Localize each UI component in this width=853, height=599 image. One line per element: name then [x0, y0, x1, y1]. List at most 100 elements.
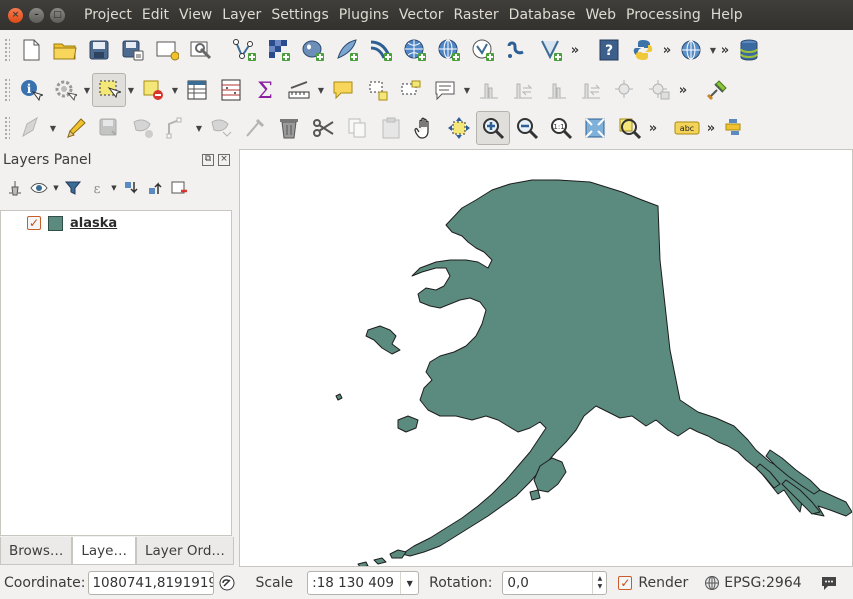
layout-manager-icon[interactable] [184, 33, 218, 67]
filter-icon[interactable] [62, 176, 84, 200]
tab-layers[interactable]: Laye… [72, 537, 136, 565]
expand-all-icon[interactable] [120, 176, 142, 200]
vertex-tool-icon[interactable] [160, 111, 194, 145]
cut-features-icon[interactable] [306, 111, 340, 145]
more-tools-icon[interactable]: » [646, 121, 660, 136]
add-virtual-layer-icon[interactable] [500, 33, 534, 67]
spin-arrows-icon[interactable]: ▲ ▼ [592, 572, 606, 594]
label-pin-icon[interactable] [472, 73, 506, 107]
measure-icon[interactable] [282, 73, 316, 107]
minimize-window-button[interactable]: – [29, 7, 44, 23]
more-tools-icon[interactable]: » [704, 121, 718, 136]
new-project-icon[interactable] [14, 33, 48, 67]
diagram-move-icon[interactable] [642, 73, 676, 107]
add-wms-layer-icon[interactable] [364, 33, 398, 67]
zoom-out-icon[interactable] [510, 111, 544, 145]
python-console-icon[interactable] [626, 33, 660, 67]
menu-vector[interactable]: Vector [394, 0, 449, 30]
maximize-window-button[interactable]: □ [50, 7, 65, 23]
float-panel-icon[interactable]: ⧉ [202, 154, 214, 166]
chevron-down-icon[interactable]: ▼ [52, 176, 60, 200]
menu-processing[interactable]: Processing [621, 0, 706, 30]
menu-edit[interactable]: Edit [137, 0, 174, 30]
statistics-icon[interactable]: Σ [248, 73, 282, 107]
toolbar-handle[interactable] [4, 38, 10, 62]
chevron-down-icon[interactable]: ▼ [48, 111, 58, 145]
digitizing-icon[interactable] [718, 111, 752, 145]
add-raster-layer-icon[interactable] [262, 33, 296, 67]
add-vector-layer-icon[interactable] [228, 33, 262, 67]
collapse-all-icon[interactable] [144, 176, 166, 200]
remove-layer-icon[interactable] [168, 176, 190, 200]
close-panel-icon[interactable]: × [218, 154, 230, 166]
more-tools-icon[interactable]: » [568, 43, 582, 58]
chevron-down-icon[interactable]: ▼ [400, 572, 418, 594]
render-checkbox[interactable]: ✓ [618, 576, 633, 590]
more-tools-icon[interactable]: » [718, 43, 732, 58]
help-icon[interactable]: ? [592, 33, 626, 67]
new-bookmark-icon[interactable] [360, 73, 394, 107]
chevron-down-icon[interactable]: ▼ [316, 73, 326, 107]
chevron-down-icon[interactable]: ▼ [194, 111, 204, 145]
menu-web[interactable]: Web [580, 0, 621, 30]
chevron-down-icon[interactable]: ▼ [82, 73, 92, 107]
label-show-hide-icon[interactable] [506, 73, 540, 107]
copy-features-icon[interactable] [340, 111, 374, 145]
add-feature-icon[interactable] [126, 111, 160, 145]
menu-raster[interactable]: Raster [449, 0, 504, 30]
toggle-editing-icon[interactable] [58, 111, 92, 145]
identify-icon[interactable]: i [14, 73, 48, 107]
chevron-down-icon[interactable]: ▼ [126, 73, 136, 107]
diagram-pin-icon[interactable] [608, 73, 642, 107]
layer-tree-item[interactable]: ✓ alaska [1, 211, 231, 235]
paste-features-icon[interactable] [374, 111, 408, 145]
delete-selected-icon[interactable] [272, 111, 306, 145]
map-canvas[interactable] [239, 149, 853, 567]
db-manager-icon[interactable] [732, 33, 766, 67]
add-mssql-layer-icon[interactable] [534, 33, 568, 67]
zoom-full-icon[interactable] [578, 111, 612, 145]
tab-layer-order[interactable]: Layer Ord… [135, 537, 234, 565]
zoom-in-icon[interactable] [476, 111, 510, 145]
zoom-to-selection-icon[interactable] [612, 111, 646, 145]
messages-icon[interactable] [820, 574, 838, 592]
open-project-icon[interactable] [48, 33, 82, 67]
scale-combobox[interactable]: :18 130 409 ▼ [307, 571, 420, 595]
add-postgis-layer-icon[interactable] [296, 33, 330, 67]
field-calculator-icon[interactable] [214, 73, 248, 107]
crs-icon[interactable] [704, 575, 720, 591]
node-tool-icon[interactable] [238, 111, 272, 145]
save-project-icon[interactable] [82, 33, 116, 67]
toolbar-handle[interactable] [4, 78, 10, 102]
globe-icon[interactable] [674, 33, 708, 67]
annotation-icon[interactable] [428, 73, 462, 107]
visibility-icon[interactable] [28, 176, 50, 200]
menu-settings[interactable]: Settings [266, 0, 333, 30]
move-feature-icon[interactable] [204, 111, 238, 145]
pan-to-selection-icon[interactable] [442, 111, 476, 145]
crs-label[interactable]: EPSG:2964 [724, 575, 801, 591]
current-edits-icon[interactable] [14, 111, 48, 145]
map-tips-icon[interactable] [326, 73, 360, 107]
chevron-down-icon[interactable]: ▼ [110, 176, 118, 200]
chevron-down-icon[interactable]: ▼ [462, 73, 472, 107]
new-print-layout-icon[interactable] [150, 33, 184, 67]
attribute-table-icon[interactable] [180, 73, 214, 107]
zoom-native-icon[interactable]: 1:1 [544, 111, 578, 145]
tab-browser[interactable]: Brows… [0, 537, 73, 565]
layer-visibility-checkbox[interactable]: ✓ [27, 216, 41, 230]
close-window-button[interactable]: × [8, 7, 23, 23]
save-as-icon[interactable] [116, 33, 150, 67]
filter-expression-icon[interactable]: ε [86, 176, 108, 200]
save-edits-icon[interactable] [92, 111, 126, 145]
more-tools-icon[interactable]: » [676, 83, 690, 98]
label-tool-icon[interactable]: abc [670, 111, 704, 145]
chevron-down-icon[interactable]: ▼ [708, 33, 718, 67]
menu-plugins[interactable]: Plugins [334, 0, 394, 30]
toolbar-handle[interactable] [4, 116, 10, 140]
open-layer-styling-icon[interactable] [4, 176, 26, 200]
menu-layer[interactable]: Layer [217, 0, 266, 30]
menu-database[interactable]: Database [504, 0, 581, 30]
extents-toggle-icon[interactable] [217, 573, 237, 593]
menu-project[interactable]: Project [79, 0, 137, 30]
